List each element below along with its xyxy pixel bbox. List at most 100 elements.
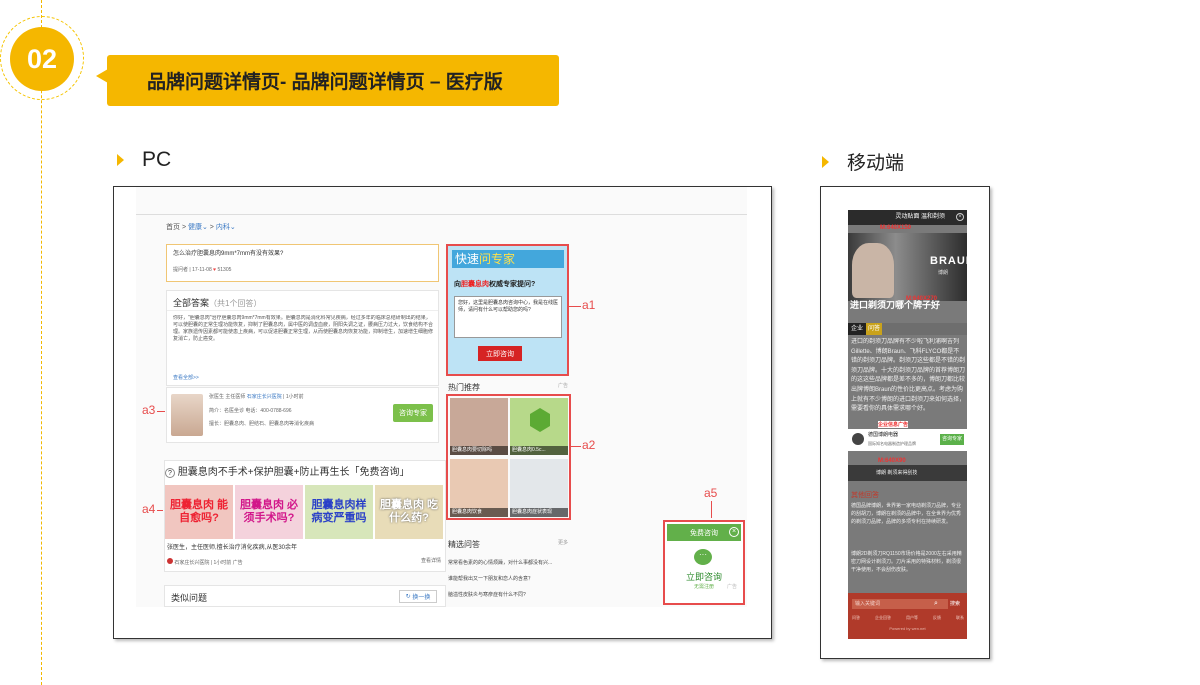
breadcrumb-health[interactable]: 健康	[188, 224, 202, 231]
company-consult-button[interactable]: 咨询专家	[940, 434, 964, 445]
help-circle-icon: ?	[165, 468, 175, 478]
hexagon-icon	[530, 408, 550, 432]
mobile-footer: 输入关键词 ⌕ 搜索 问答 企业回答 用户等 反馈 联系 Powered by …	[848, 593, 967, 639]
mobile-tabs: 企业 问答	[848, 323, 967, 335]
question-date: 17-11-08	[192, 267, 212, 273]
selected-title: 精选问答	[448, 540, 480, 549]
size-tag-3: M:640X90	[878, 458, 906, 464]
tab-qa[interactable]: 问答	[866, 323, 882, 335]
answers-title: 全部答案	[173, 298, 210, 308]
triangle-bullet-icon	[822, 155, 829, 168]
heart-icon: ♥	[213, 267, 217, 273]
pc-label-text: PC	[142, 148, 172, 171]
footer-link-4[interactable]: 反馈	[933, 615, 941, 621]
hot-recommend-grid: 胆囊息肉要切除吗 胆囊息肉0.5c... 胆囊息肉饮食 胆囊息肉症状表现	[446, 394, 571, 520]
hot-item-2[interactable]: 胆囊息肉0.5c...	[510, 398, 568, 455]
tab-company[interactable]: 企业	[848, 323, 866, 335]
float-ad-tag: 广告	[726, 584, 737, 590]
label-a1: a1	[582, 298, 596, 312]
search-icon: ⌕	[934, 600, 938, 607]
doctor-intro: 简介：名医坐诊 电话：400-0788-696	[209, 408, 292, 414]
brand-logo: BRAUN	[930, 255, 967, 267]
mobile-section-label: 移动端	[822, 148, 904, 175]
pc-section-label: PC	[117, 148, 171, 172]
expert-q-suffix: 权威专家提问?	[489, 281, 536, 288]
expert-q-highlight: 胆囊息肉	[461, 281, 489, 288]
ad-source: 石家庄长兴医院	[174, 560, 210, 566]
question-card: 怎么治疗胆囊息肉9mm*7mm有没有效果? 提问者 | 17-11-08 ♥ 5…	[166, 244, 439, 282]
expert-head-highlight: 问专家	[479, 252, 516, 266]
expert-question-input[interactable]: 您好，这里是胆囊息肉咨询中心，我是在线医师，请问有什么可以帮助您的吗?	[454, 296, 562, 338]
footer-link-5[interactable]: 联系	[956, 615, 964, 621]
ask-now-button[interactable]: 立即咨询	[478, 346, 522, 361]
mobile-page: 灵动贴面 温和剃须 × M:640X150 BRAUN 博朗 进口剃须刀哪个牌子…	[848, 210, 967, 639]
hot-item-3[interactable]: 胆囊息肉饮食	[450, 459, 508, 517]
consult-expert-button[interactable]: 咨询专家	[393, 404, 433, 422]
company-logo	[852, 433, 864, 445]
close-icon[interactable]: ×	[956, 213, 964, 221]
hot-item-4-label: 胆囊息肉症状表现	[510, 508, 568, 517]
expert-header: 快速问专家	[452, 250, 564, 268]
view-all-link[interactable]: 查看全部>>	[173, 375, 199, 382]
label-a5: a5	[704, 486, 718, 500]
close-icon[interactable]: ×	[729, 527, 739, 537]
expert-q-prefix: 向	[454, 281, 461, 288]
ad-image-2[interactable]: 胆囊息肉 必须手术吗?	[235, 485, 303, 539]
label-a2: a2	[582, 438, 596, 452]
ad-image-4[interactable]: 胆囊息肉 吃什么药?	[375, 485, 443, 539]
doctor-card: 张医生 主任医师 石家庄长兴医院 | 1小时前 简介：名医坐诊 电话：400-0…	[166, 387, 439, 443]
other-answer-2: 博朗2D剃须刀RQ1150市场价格是2000左右采用精密刀网设计剃须刀。刀片采用…	[851, 551, 962, 573]
a1-pointer-line	[569, 306, 581, 307]
size-tag-1: M:640X150	[880, 225, 912, 231]
footer-link-3[interactable]: 用户等	[906, 615, 918, 621]
ad-card: ? 胆囊息肉不手术+保护胆囊+防止再生长「免费咨询」 胆囊息肉 能自愈吗? 胆囊…	[164, 460, 446, 572]
mobile-search-button[interactable]: 搜索	[950, 599, 960, 609]
label-a4: a4	[142, 502, 156, 516]
doctor-time: 1小时前	[285, 394, 304, 400]
mobile-label-text: 移动端	[847, 153, 905, 174]
hot-item-4[interactable]: 胆囊息肉症状表现	[510, 459, 568, 517]
hot-item-1[interactable]: 胆囊息肉要切除吗	[450, 398, 508, 455]
doctor-name: 张医生 主任医师	[209, 394, 246, 400]
ad-image-3[interactable]: 胆囊息肉样 病变严重吗	[305, 485, 373, 539]
selected-item-2[interactable]: 谁能帮我出又一下朋友和恋人的含意？	[448, 576, 573, 583]
doctor-hospital[interactable]: 石家庄长兴医院	[247, 394, 282, 400]
question-user[interactable]: 提问者	[173, 267, 188, 273]
breadcrumb-home[interactable]: 首页	[166, 224, 180, 231]
ad-time: 1小时前	[213, 560, 232, 566]
timeline-dashed-line	[41, 0, 42, 685]
doctor-avatar	[171, 394, 203, 436]
mobile-promo-banner[interactable]: 博朗 剃须来得刮技	[848, 465, 967, 481]
expert-widget: 快速问专家 向胆囊息肉权威专家提问? 您好，这里是胆囊息肉咨询中心，我是在线医师…	[446, 244, 569, 376]
similar-title: 类似问题	[171, 593, 208, 603]
ad-image-1[interactable]: 胆囊息肉 能自愈吗?	[165, 485, 233, 539]
refresh-button[interactable]: ↻ 换一换	[399, 590, 437, 603]
model-face-image	[852, 243, 894, 298]
section-number-badge: 02	[10, 27, 74, 91]
refresh-icon: ↻	[405, 594, 411, 600]
answers-card: 全部答案（共1个回答） 你好，"胆囊息肉"治疗胆囊息肉9mm*7mm有效果。胆囊…	[166, 290, 439, 386]
selected-item-1[interactable]: 常常看色素的的心情烦躁，对什么事都没有兴...	[448, 560, 573, 567]
selected-item-3[interactable]: 脑溢性皮肤炎与寒疹症有什么不同?	[448, 592, 573, 599]
footer-link-1[interactable]: 问答	[852, 615, 860, 621]
ad-title[interactable]: 胆囊息肉不手术+保护胆囊+防止再生长「免费咨询」	[178, 467, 410, 478]
ad-detail-link[interactable]: 查看详情	[421, 558, 441, 565]
mobile-answer-body: 进口的剃须刀品牌有不少啦飞利浦啊吉列Gillette、博朗Braun、飞科FLY…	[851, 339, 965, 413]
company-name: 德国博朗电器	[868, 432, 899, 438]
hot-ad-tag: 广告	[557, 383, 568, 389]
footer-link-2[interactable]: 企业回答	[875, 615, 891, 621]
hot-title: 热门推荐	[448, 383, 480, 392]
a5-pointer-line	[711, 501, 712, 518]
pc-header-divider	[136, 214, 747, 215]
breadcrumb-internal[interactable]: 内科	[216, 224, 230, 231]
selected-more-link[interactable]: 更多	[558, 539, 568, 546]
ad-tag: 广告	[232, 560, 243, 566]
similar-card: 类似问题 ↻ 换一换	[164, 585, 446, 607]
company-desc: 国际知名电器制造护理品牌	[868, 441, 916, 446]
hot-header: 热门推荐 广告	[448, 382, 568, 394]
answers-divider	[167, 310, 438, 311]
mobile-hero-image[interactable]: BRAUN 博朗	[848, 233, 967, 301]
company-card[interactable]: 德国博朗电器 国际知名电器制造护理品牌 咨询专家	[848, 429, 967, 451]
mobile-top-banner[interactable]: 灵动贴面 温和剃须	[848, 210, 967, 225]
float-consult-button[interactable]: 立即咨询	[665, 570, 743, 583]
